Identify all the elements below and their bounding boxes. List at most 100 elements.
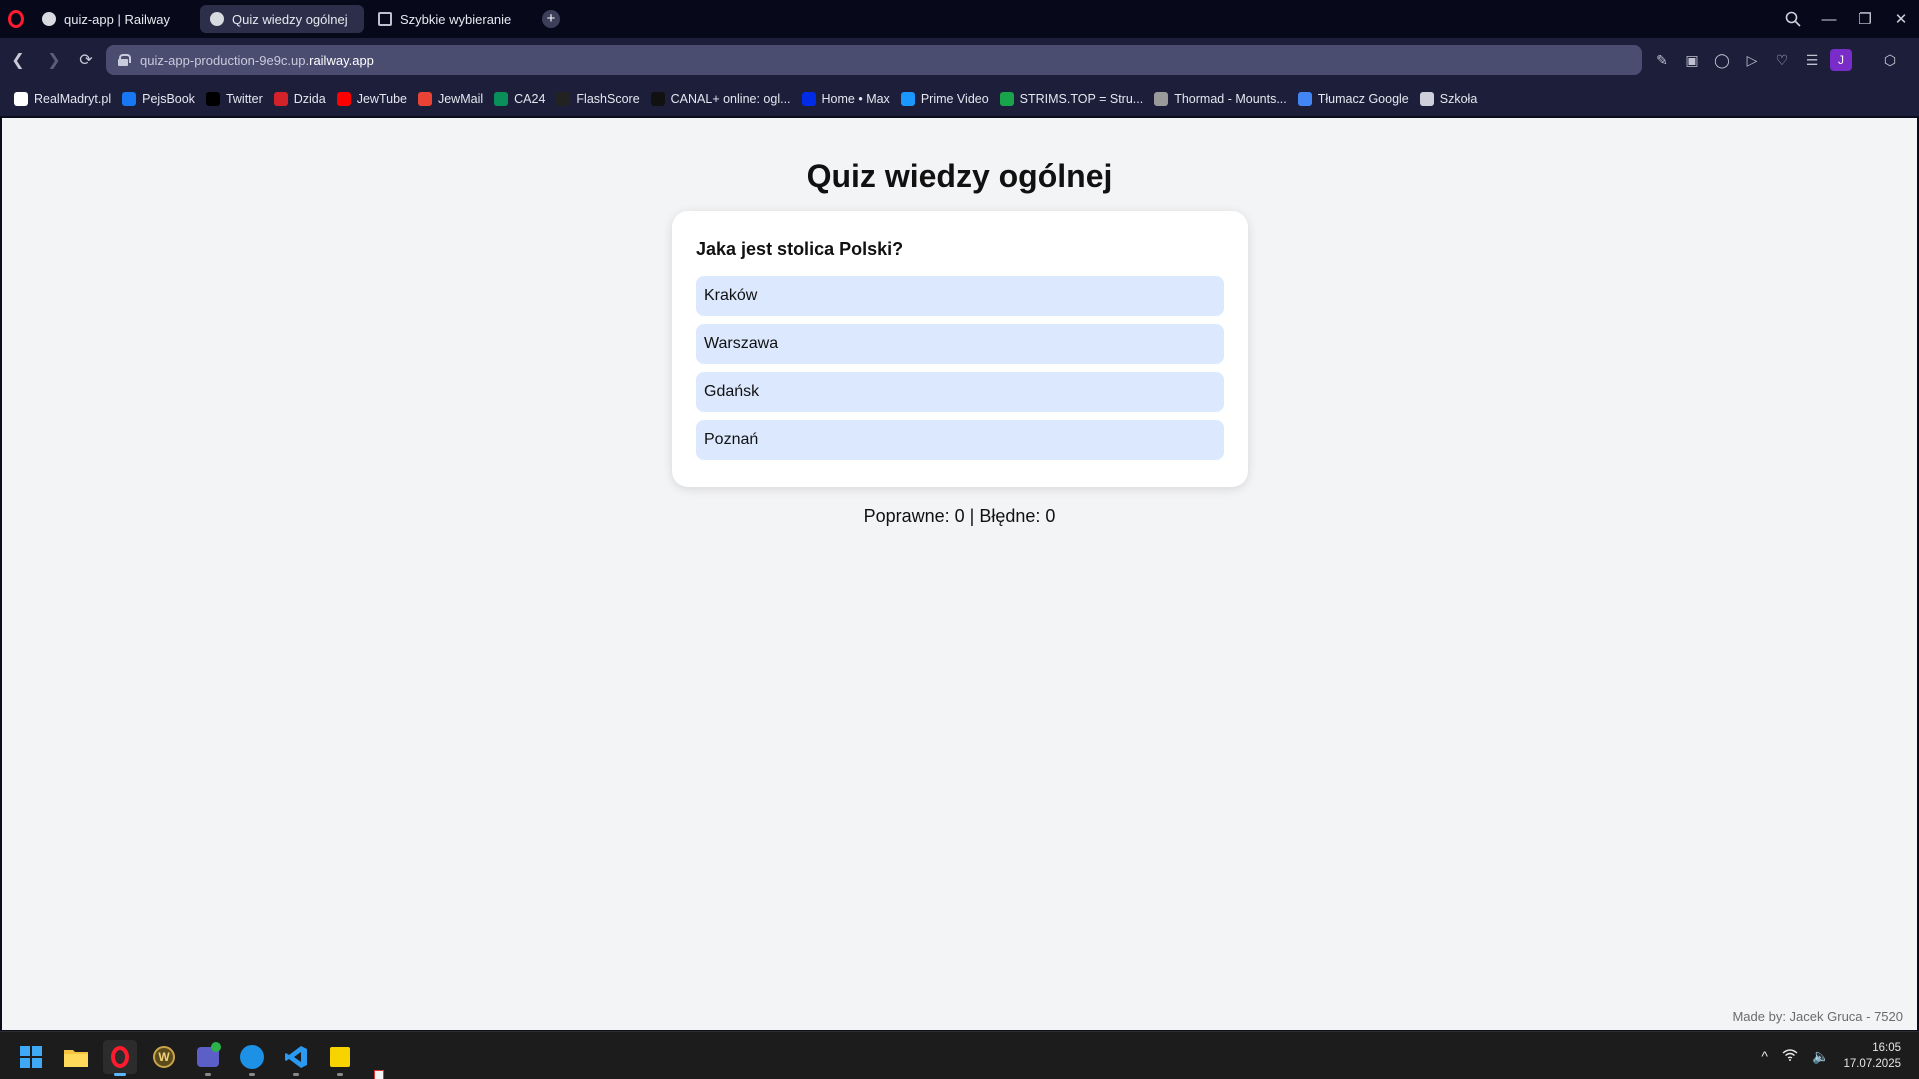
tab-quiz-wiedzy[interactable]: Quiz wiedzy ogólnej	[200, 5, 364, 33]
minimize-icon[interactable]: —	[1811, 0, 1847, 38]
bookmark-item[interactable]: JewTube	[336, 92, 407, 106]
answer-button-warszawa[interactable]: Warszawa	[696, 324, 1224, 364]
player-icon[interactable]: ▷	[1740, 48, 1764, 72]
tab-label: Quiz wiedzy ogólnej	[232, 11, 348, 27]
clock-date: 17.07.2025	[1843, 1058, 1901, 1070]
max-icon	[801, 92, 816, 106]
url-text: quiz-app-production-9e9c.up.railway.app	[140, 52, 374, 68]
answer-button-krakow[interactable]: Kraków	[696, 276, 1224, 316]
tab-label: quiz-app | Railway	[64, 11, 170, 27]
gmail-icon	[417, 92, 432, 106]
bookmark-item[interactable]: Szkoła	[1419, 92, 1478, 106]
forward-icon[interactable]: ❯	[36, 38, 72, 82]
restore-icon[interactable]: ❐	[1847, 0, 1883, 38]
close-icon[interactable]: ✕	[1883, 0, 1919, 38]
adblock-shield-icon[interactable]: ◯	[1710, 48, 1734, 72]
tab-quiz-app-railway[interactable]: quiz-app | Railway	[32, 5, 196, 33]
folder-icon	[1419, 92, 1434, 106]
bookmark-item[interactable]: Tłumacz Google	[1297, 92, 1409, 106]
docker-icon[interactable]	[235, 1040, 269, 1076]
dzida-icon	[273, 92, 288, 106]
bookmark-item[interactable]: STRIMS.TOP = Stru...	[999, 92, 1144, 106]
bookmark-label: Szkoła	[1439, 92, 1478, 106]
chevron-up-icon[interactable]: ^	[1761, 1048, 1768, 1064]
speed-dial-grid-icon	[378, 12, 392, 26]
bookmark-label: JewMail	[437, 92, 484, 106]
globe-icon	[210, 12, 224, 26]
opera-menu-icon[interactable]	[0, 0, 32, 38]
easy-setup-menu-icon[interactable]: ☰	[1800, 48, 1824, 72]
vscode-icon[interactable]	[279, 1040, 313, 1076]
calendar-mini-icon	[374, 1070, 384, 1079]
tab-search-icon[interactable]	[1775, 0, 1811, 38]
score-counter: Poprawne: 0 | Błędne: 0	[863, 506, 1056, 526]
snapshot-camera-icon[interactable]: ▣	[1680, 48, 1704, 72]
sticky-notes-icon[interactable]	[323, 1040, 357, 1076]
tab-speed-dial[interactable]: Szybkie wybieranie	[368, 5, 532, 33]
bookmarks-bar: RealMadryt.pl PejsBook Twitter Dzida JewTube…	[0, 82, 1919, 116]
volume-icon[interactable]: 🔈	[1812, 1048, 1829, 1065]
bookmark-item[interactable]: Prime Video	[900, 92, 989, 106]
bookmark-label: Dzida	[293, 92, 326, 106]
back-icon[interactable]: ❮	[0, 38, 36, 82]
wifi-icon[interactable]	[1782, 1048, 1798, 1064]
file-explorer-icon[interactable]	[59, 1040, 93, 1074]
profile-avatar[interactable]: J	[1830, 49, 1852, 71]
extensions-cube-icon[interactable]: ⬡	[1872, 38, 1908, 82]
youtube-icon	[336, 92, 351, 106]
clock[interactable]: 16:05 17.07.2025	[1843, 1040, 1901, 1072]
opera-taskbar-icon[interactable]	[103, 1040, 137, 1076]
strims-icon	[999, 92, 1014, 106]
bookmark-label: PejsBook	[142, 92, 195, 106]
bookmark-label: Twitter	[225, 92, 263, 106]
bookmark-label: CA24	[514, 92, 546, 106]
windows-start-icon[interactable]	[14, 1040, 48, 1074]
url-field[interactable]: quiz-app-production-9e9c.up.railway.app	[106, 45, 1642, 75]
toolbar-icons: ✎ ▣ ◯ ▷ ♡ ☰ J	[1650, 38, 1852, 82]
primevideo-icon	[900, 92, 915, 106]
bookmark-label: Home • Max	[821, 92, 890, 106]
bookmark-item[interactable]: CANAL+ online: ogl...	[650, 92, 791, 106]
footer-credit: Made by: Jacek Gruca - 7520	[1732, 1009, 1903, 1024]
bookmark-label: CANAL+ online: ogl...	[670, 92, 791, 106]
answer-button-gdansk[interactable]: Gdańsk	[696, 372, 1224, 412]
bookmark-item[interactable]: Twitter	[205, 92, 263, 106]
realmadryt-icon	[14, 92, 28, 106]
bookmark-item[interactable]: Dzida	[273, 92, 326, 106]
tab-label: Szybkie wybieranie	[400, 11, 512, 27]
bookmark-item[interactable]: FlashScore	[556, 92, 640, 106]
page-title: Quiz wiedzy ogólnej	[806, 158, 1113, 194]
google-translate-icon	[1297, 92, 1312, 106]
windows-taskbar: W ^ 🔈 16:05 17.07.2025	[0, 1031, 1919, 1079]
teams-icon[interactable]	[191, 1040, 225, 1076]
bookmark-label: RealMadryt.pl	[34, 92, 112, 106]
window-controls: — ❐ ✕	[1775, 0, 1919, 38]
bookmark-label: STRIMS.TOP = Stru...	[1019, 92, 1144, 106]
edit-icon[interactable]: ✎	[1650, 48, 1674, 72]
system-tray: ^ 🔈 16:05 17.07.2025	[1761, 1032, 1919, 1079]
railway-favicon-icon	[42, 12, 56, 26]
bookmark-item[interactable]: PejsBook	[122, 92, 195, 106]
bookmark-item[interactable]: JewMail	[417, 92, 484, 106]
answer-button-poznan[interactable]: Poznań	[696, 420, 1224, 460]
bookmark-item[interactable]: Thormad - Mounts...	[1154, 92, 1287, 106]
bookmark-item[interactable]: Home • Max	[801, 92, 890, 106]
bookmark-label: Prime Video	[920, 92, 989, 106]
facebook-icon	[122, 92, 137, 106]
shield-icon	[1154, 92, 1169, 106]
bookmark-item[interactable]: RealMadryt.pl	[14, 92, 111, 106]
bookmark-label: Thormad - Mounts...	[1174, 92, 1287, 106]
x-icon	[205, 92, 220, 106]
browser-address-bar: ❮ ❯ ⟳ quiz-app-production-9e9c.up.railwa…	[0, 38, 1919, 110]
heart-icon[interactable]: ♡	[1770, 48, 1794, 72]
running-indicator	[205, 1073, 211, 1076]
bookmark-label: Tłumacz Google	[1317, 92, 1409, 106]
bookmark-item[interactable]: CA24	[494, 92, 545, 106]
canal-icon	[650, 92, 665, 106]
status-badge	[211, 1042, 221, 1052]
lock-icon	[118, 54, 131, 66]
reload-icon[interactable]: ⟳	[68, 38, 104, 82]
world-of-warcraft-icon[interactable]: W	[147, 1040, 181, 1074]
new-tab-button[interactable]: +	[542, 10, 560, 28]
question-card: Jaka jest stolica Polski? Kraków Warszaw…	[672, 211, 1248, 487]
